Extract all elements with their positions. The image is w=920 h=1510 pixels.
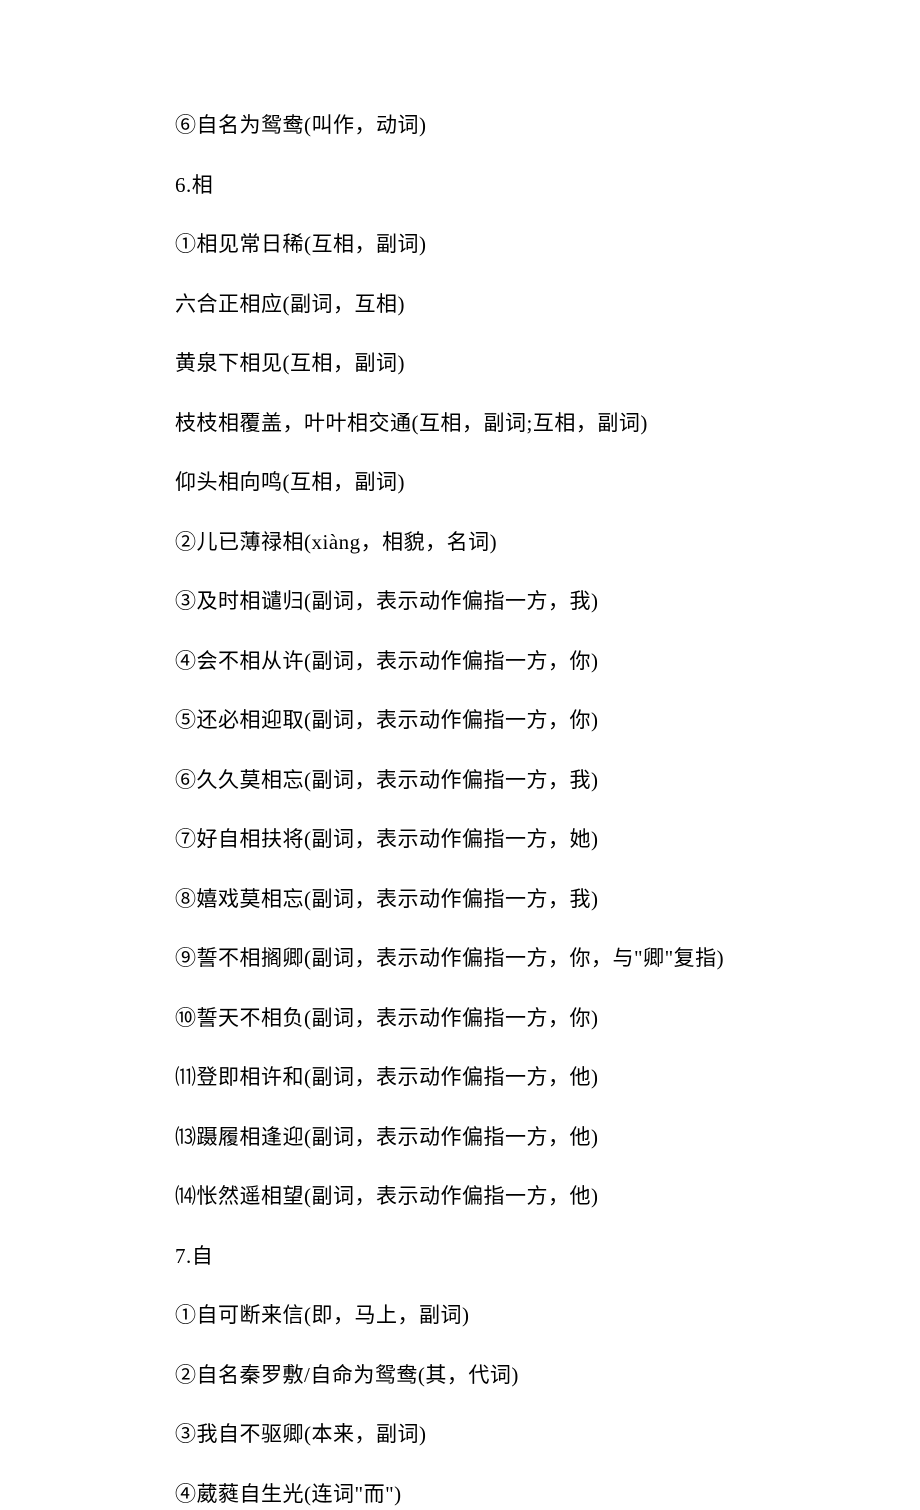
- text-line: ⑥自名为鸳鸯(叫作，动词): [175, 110, 745, 142]
- text-line: ③我自不驱卿(本来，副词): [175, 1419, 745, 1451]
- text-line: ②儿已薄禄相(xiàng，相貌，名词): [175, 527, 745, 559]
- text-line: ⑦好自相扶将(副词，表示动作偏指一方，她): [175, 824, 745, 856]
- text-line: 仰头相向鸣(互相，副词): [175, 467, 745, 499]
- text-line: ③及时相谴归(副词，表示动作偏指一方，我): [175, 586, 745, 618]
- text-line: ⑧嬉戏莫相忘(副词，表示动作偏指一方，我): [175, 884, 745, 916]
- text-line: ⑩誓天不相负(副词，表示动作偏指一方，你): [175, 1003, 745, 1035]
- text-line: 7.自: [175, 1241, 745, 1273]
- text-line: ①相见常日稀(互相，副词): [175, 229, 745, 261]
- text-line: ⑤还必相迎取(副词，表示动作偏指一方，你): [175, 705, 745, 737]
- text-line: ⑥久久莫相忘(副词，表示动作偏指一方，我): [175, 765, 745, 797]
- text-line: ⑾登即相许和(副词，表示动作偏指一方，他): [175, 1062, 745, 1094]
- text-line: ⒁怅然遥相望(副词，表示动作偏指一方，他): [175, 1181, 745, 1213]
- text-line: ②自名秦罗敷/自命为鸳鸯(其，代词): [175, 1360, 745, 1392]
- text-line: ①自可断来信(即，马上，副词): [175, 1300, 745, 1332]
- text-line: 黄泉下相见(互相，副词): [175, 348, 745, 380]
- text-line: 枝枝相覆盖，叶叶相交通(互相，副词;互相，副词): [175, 408, 745, 440]
- text-line: ⑨誓不相搁卿(副词，表示动作偏指一方，你，与"卿"复指): [175, 943, 745, 975]
- text-line: ④葳蕤自生光(连词"而"): [175, 1479, 745, 1510]
- document-body: ⑥自名为鸳鸯(叫作，动词) 6.相 ①相见常日稀(互相，副词) 六合正相应(副词，互相…: [175, 110, 745, 1510]
- text-line: ④会不相从许(副词，表示动作偏指一方，你): [175, 646, 745, 678]
- text-line: ⒀蹑履相逢迎(副词，表示动作偏指一方，他): [175, 1122, 745, 1154]
- text-line: 6.相: [175, 170, 745, 202]
- text-line: 六合正相应(副词，互相): [175, 289, 745, 321]
